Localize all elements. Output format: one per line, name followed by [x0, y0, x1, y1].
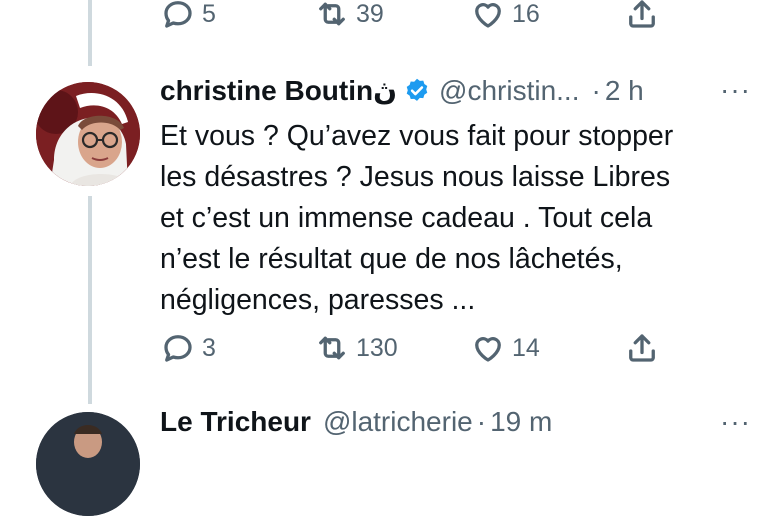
like-button[interactable]: 16 [470, 0, 540, 32]
avatar-image [36, 412, 140, 516]
like-icon [475, 337, 501, 362]
more-icon[interactable]: ··· [720, 406, 751, 438]
author-name[interactable]: christine Boutinڽ [160, 74, 397, 107]
tweet-text-line: négligences, paresses ... [160, 284, 476, 316]
separator-dot: · [476, 406, 487, 437]
like-count: 14 [512, 333, 540, 362]
like-count: 16 [512, 0, 540, 28]
timestamp[interactable]: 2 h [605, 75, 644, 107]
reply-count: 3 [202, 333, 216, 362]
share-icon [629, 334, 655, 362]
separator-dot: · [591, 75, 601, 106]
share-button[interactable] [624, 0, 660, 32]
reply-icon [164, 335, 192, 362]
thread-line-top [88, 0, 92, 66]
timestamp[interactable]: 19 m [490, 406, 552, 438]
retweet-button[interactable]: 130 [314, 330, 398, 366]
retweet-icon [319, 336, 345, 360]
tweet-text-line: les désastres ? Jesus nous laisse Libres [160, 161, 671, 193]
thread-line-bottom [88, 196, 92, 404]
more-icon[interactable]: ··· [720, 74, 751, 106]
tweet-text-line: et c’est un immense cadeau . Tout cela [160, 202, 653, 234]
retweet-button[interactable]: 39 [314, 0, 384, 32]
share-button[interactable] [624, 330, 660, 366]
avatar[interactable] [36, 412, 140, 516]
tweet-text-line: Et vous ? Qu’avez vous fait pour stopper [160, 120, 674, 152]
retweet-count: 39 [356, 0, 384, 28]
tweet-text: Et vous ? Qu’avez vous fait pour stopper… [160, 116, 760, 321]
retweet-count: 130 [356, 333, 398, 362]
tweet-header: Le Tricheur @latricherie · 19 m [160, 406, 552, 438]
share-icon [629, 0, 655, 28]
avatar-image [36, 82, 140, 186]
tweet-header: christine Boutinڽ @christin... · 2 h [160, 74, 644, 107]
retweet-icon [319, 2, 345, 26]
reply-button[interactable]: 3 [160, 330, 216, 366]
reply-count: 5 [202, 0, 216, 28]
author-handle[interactable]: @latricherie [323, 406, 473, 438]
avatar[interactable] [36, 82, 140, 186]
reply-button[interactable]: 5 [160, 0, 216, 32]
tweet-text-line: n’est le résultat que de nos lâchetés, [160, 243, 623, 275]
like-icon [475, 3, 501, 28]
author-name[interactable]: Le Tricheur [160, 406, 311, 438]
author-handle[interactable]: @christin... [439, 75, 579, 107]
verified-icon [406, 78, 428, 101]
like-button[interactable]: 14 [470, 330, 540, 366]
reply-icon [164, 1, 192, 28]
